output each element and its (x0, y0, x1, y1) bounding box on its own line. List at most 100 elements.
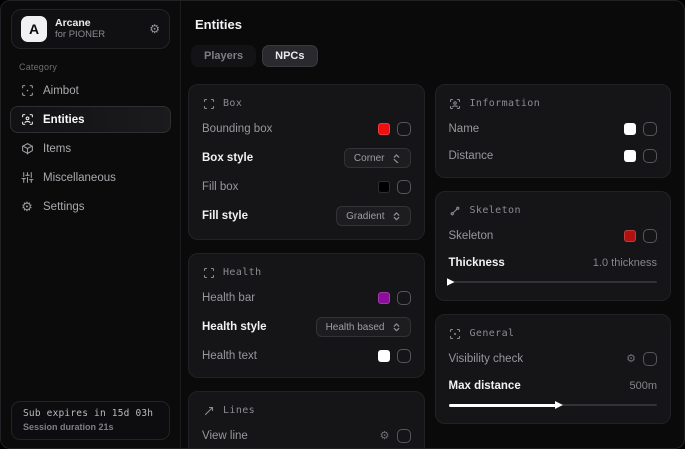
subscription-card: Sub expires in 15d 03h Session duration … (11, 401, 170, 440)
corner-brackets-icon (202, 266, 215, 279)
card-header: Box (202, 97, 411, 110)
setting-row: Box style Corner (202, 148, 411, 168)
slider-track (449, 281, 658, 283)
setting-row: Fill box (202, 179, 411, 195)
cards-grid: Box Bounding box Box style Corner (188, 84, 671, 449)
brand-card: A Arcane for PIONER ⚙ (11, 9, 170, 49)
category-label: Category (19, 62, 180, 72)
gear-icon[interactable]: ⚙ (380, 431, 390, 442)
right-column: Information Name Distance (435, 84, 672, 449)
row-label: Max distance (449, 380, 521, 392)
slider-fill (449, 404, 557, 407)
color-swatch[interactable] (378, 123, 390, 135)
dropdown-value: Gradient (346, 211, 384, 222)
slider-thumb[interactable] (555, 401, 563, 409)
color-swatch[interactable] (624, 123, 636, 135)
color-swatch[interactable] (378, 292, 390, 304)
chevrons-up-down-icon (392, 323, 401, 332)
card-lines: Lines View line ⚙ Line to enemy ⚙ (188, 391, 425, 449)
row-label: Bounding box (202, 123, 272, 135)
thickness-slider[interactable] (449, 277, 658, 287)
card-skeleton: Skeleton Skeleton Thickness 1.0 thicknes… (435, 191, 672, 301)
person-scan-icon (449, 97, 462, 110)
max-distance-slider[interactable] (449, 400, 658, 410)
sliders-icon (20, 171, 34, 185)
cube-icon (20, 142, 34, 156)
gear-icon[interactable]: ⚙ (149, 23, 160, 35)
left-column: Box Bounding box Box style Corner (188, 84, 425, 449)
setting-row: Health bar (202, 290, 411, 306)
sidebar-item-aimbot[interactable]: Aimbot (10, 77, 171, 104)
checkbox-name[interactable] (643, 122, 657, 136)
person-scan-icon (20, 113, 34, 127)
checkbox-bounding-box[interactable] (397, 122, 411, 136)
row-label: Distance (449, 150, 494, 162)
dropdown-box-style[interactable]: Corner (344, 148, 411, 168)
setting-row: Bounding box (202, 121, 411, 137)
tab-bar: Players NPCs (191, 45, 671, 67)
brand-subtitle: for PIONER (55, 30, 141, 41)
sidebar-item-entities[interactable]: Entities (10, 106, 171, 133)
card-header: Skeleton (449, 204, 658, 217)
checkbox-view-line[interactable] (397, 429, 411, 443)
slider-thumb[interactable] (447, 278, 455, 286)
row-label: View line (202, 430, 248, 442)
sidebar-item-settings[interactable]: ⚙ Settings (10, 193, 171, 220)
setting-row: Max distance 500m (449, 378, 658, 394)
gear-icon: ⚙ (20, 200, 34, 214)
card-information: Information Name Distance (435, 84, 672, 178)
slider-value: 500m (629, 380, 657, 392)
setting-row: Skeleton (449, 228, 658, 244)
dropdown-value: Corner (354, 153, 385, 164)
color-swatch[interactable] (378, 181, 390, 193)
color-swatch[interactable] (624, 230, 636, 242)
chevrons-up-down-icon (392, 212, 401, 221)
color-swatch[interactable] (378, 350, 390, 362)
app-logo: A (21, 16, 47, 42)
main-content: Entities Players NPCs Box Bounding box (181, 1, 684, 448)
checkbox-visibility-check[interactable] (643, 352, 657, 366)
row-label: Health bar (202, 292, 255, 304)
dropdown-health-style[interactable]: Health based (316, 317, 411, 337)
sidebar-item-label: Entities (43, 114, 85, 126)
sidebar: A Arcane for PIONER ⚙ Category Aimbot En… (1, 1, 181, 448)
sidebar-item-label: Aimbot (43, 85, 79, 97)
dropdown-value: Health based (326, 322, 385, 333)
row-label: Visibility check (449, 353, 524, 365)
sidebar-item-miscellaneous[interactable]: Miscellaneous (10, 164, 171, 191)
card-title: General (470, 328, 515, 339)
row-label: Skeleton (449, 230, 494, 242)
sidebar-item-label: Items (43, 143, 71, 155)
card-general: General Visibility check ⚙ Max distance … (435, 314, 672, 424)
app-window: A Arcane for PIONER ⚙ Category Aimbot En… (0, 0, 685, 449)
checkbox-health-bar[interactable] (397, 291, 411, 305)
row-label: Name (449, 123, 480, 135)
bone-icon (449, 204, 462, 217)
card-header: General (449, 327, 658, 340)
tab-players[interactable]: Players (191, 45, 256, 67)
row-label: Fill box (202, 181, 238, 193)
checkbox-health-text[interactable] (397, 349, 411, 363)
row-label: Health style (202, 321, 267, 333)
brand-name: Arcane (55, 17, 141, 29)
corner-brackets-icon (202, 97, 215, 110)
checkbox-skeleton[interactable] (643, 229, 657, 243)
subscription-expiry: Sub expires in 15d 03h (23, 408, 158, 419)
setting-row: Health text (202, 348, 411, 364)
sidebar-item-items[interactable]: Items (10, 135, 171, 162)
page-title: Entities (195, 17, 671, 32)
tab-npcs[interactable]: NPCs (262, 45, 317, 67)
dropdown-fill-style[interactable]: Gradient (336, 206, 410, 226)
checkbox-distance[interactable] (643, 149, 657, 163)
card-header: Lines (202, 404, 411, 417)
color-swatch[interactable] (624, 150, 636, 162)
session-duration: Session duration 21s (23, 422, 158, 432)
checkbox-fill-box[interactable] (397, 180, 411, 194)
setting-row: Thickness 1.0 thickness (449, 255, 658, 271)
gear-icon[interactable]: ⚙ (626, 354, 636, 365)
sidebar-item-label: Miscellaneous (43, 172, 116, 184)
setting-row: View line ⚙ (202, 428, 411, 444)
row-label: Health text (202, 350, 257, 362)
card-health: Health Health bar Health style Health ba… (188, 253, 425, 378)
card-header: Information (449, 97, 658, 110)
